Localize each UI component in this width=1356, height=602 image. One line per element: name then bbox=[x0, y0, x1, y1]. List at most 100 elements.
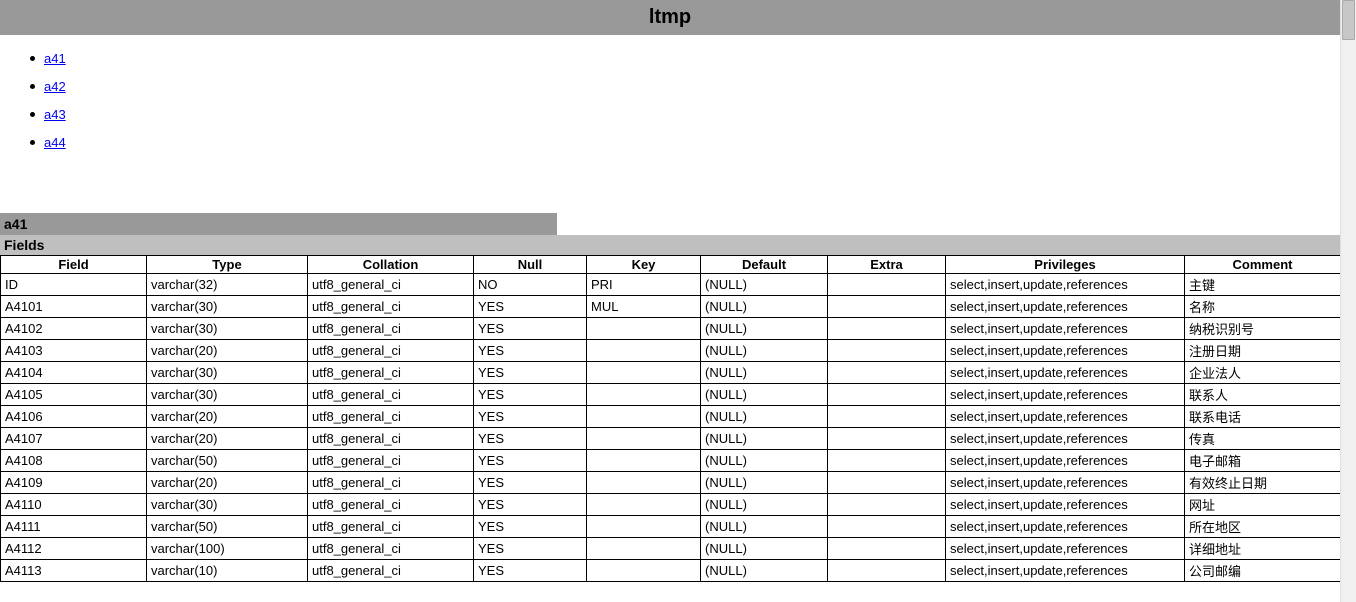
cell-key bbox=[587, 318, 701, 340]
col-header: Collation bbox=[308, 256, 474, 274]
cell-field: A4110 bbox=[1, 494, 147, 516]
nav-link-a41[interactable]: a41 bbox=[44, 51, 66, 66]
cell-type: varchar(30) bbox=[147, 384, 308, 406]
cell-default: (NULL) bbox=[701, 560, 828, 582]
cell-null: NO bbox=[474, 274, 587, 296]
cell-priv: select,insert,update,references bbox=[946, 428, 1185, 450]
cell-null: YES bbox=[474, 516, 587, 538]
cell-collation: utf8_general_ci bbox=[308, 406, 474, 428]
table-row: A4101varchar(30)utf8_general_ciYESMUL(NU… bbox=[1, 296, 1341, 318]
table-row: A4113varchar(10)utf8_general_ciYES(NULL)… bbox=[1, 560, 1341, 582]
cell-priv: select,insert,update,references bbox=[946, 274, 1185, 296]
cell-null: YES bbox=[474, 538, 587, 560]
col-header: Comment bbox=[1185, 256, 1341, 274]
cell-type: varchar(20) bbox=[147, 340, 308, 362]
table-row: A4103varchar(20)utf8_general_ciYES(NULL)… bbox=[1, 340, 1341, 362]
cell-key bbox=[587, 450, 701, 472]
cell-field: A4113 bbox=[1, 560, 147, 582]
cell-type: varchar(30) bbox=[147, 362, 308, 384]
nav-link-a42[interactable]: a42 bbox=[44, 79, 66, 94]
cell-key: PRI bbox=[587, 274, 701, 296]
cell-null: YES bbox=[474, 472, 587, 494]
cell-extra bbox=[828, 274, 946, 296]
cell-priv: select,insert,update,references bbox=[946, 494, 1185, 516]
cell-priv: select,insert,update,references bbox=[946, 406, 1185, 428]
cell-default: (NULL) bbox=[701, 274, 828, 296]
cell-extra bbox=[828, 494, 946, 516]
fields-label: Fields bbox=[0, 235, 1340, 255]
cell-type: varchar(50) bbox=[147, 450, 308, 472]
cell-collation: utf8_general_ci bbox=[308, 362, 474, 384]
cell-key bbox=[587, 428, 701, 450]
cell-comment: 联系人 bbox=[1185, 384, 1341, 406]
cell-default: (NULL) bbox=[701, 472, 828, 494]
cell-priv: select,insert,update,references bbox=[946, 384, 1185, 406]
cell-priv: select,insert,update,references bbox=[946, 362, 1185, 384]
cell-extra bbox=[828, 340, 946, 362]
cell-type: varchar(32) bbox=[147, 274, 308, 296]
cell-priv: select,insert,update,references bbox=[946, 516, 1185, 538]
table-row: A4112varchar(100)utf8_general_ciYES(NULL… bbox=[1, 538, 1341, 560]
cell-collation: utf8_general_ci bbox=[308, 472, 474, 494]
cell-default: (NULL) bbox=[701, 494, 828, 516]
cell-type: varchar(20) bbox=[147, 472, 308, 494]
cell-extra bbox=[828, 406, 946, 428]
cell-type: varchar(30) bbox=[147, 494, 308, 516]
table-row: A4104varchar(30)utf8_general_ciYES(NULL)… bbox=[1, 362, 1341, 384]
cell-null: YES bbox=[474, 340, 587, 362]
cell-field: ID bbox=[1, 274, 147, 296]
cell-key: MUL bbox=[587, 296, 701, 318]
cell-key bbox=[587, 406, 701, 428]
cell-comment: 主键 bbox=[1185, 274, 1341, 296]
cell-key bbox=[587, 472, 701, 494]
cell-extra bbox=[828, 450, 946, 472]
cell-key bbox=[587, 560, 701, 582]
cell-priv: select,insert,update,references bbox=[946, 296, 1185, 318]
cell-field: A4101 bbox=[1, 296, 147, 318]
scroll-thumb[interactable] bbox=[1342, 0, 1355, 40]
cell-field: A4105 bbox=[1, 384, 147, 406]
cell-comment: 电子邮箱 bbox=[1185, 450, 1341, 472]
cell-null: YES bbox=[474, 296, 587, 318]
cell-extra bbox=[828, 560, 946, 582]
cell-null: YES bbox=[474, 428, 587, 450]
cell-comment: 名称 bbox=[1185, 296, 1341, 318]
cell-null: YES bbox=[474, 560, 587, 582]
cell-key bbox=[587, 340, 701, 362]
cell-collation: utf8_general_ci bbox=[308, 560, 474, 582]
cell-collation: utf8_general_ci bbox=[308, 340, 474, 362]
cell-collation: utf8_general_ci bbox=[308, 450, 474, 472]
cell-collation: utf8_general_ci bbox=[308, 538, 474, 560]
cell-type: varchar(100) bbox=[147, 538, 308, 560]
cell-collation: utf8_general_ci bbox=[308, 274, 474, 296]
vertical-scrollbar[interactable] bbox=[1340, 0, 1356, 602]
nav-link-a44[interactable]: a44 bbox=[44, 135, 66, 150]
col-header: Default bbox=[701, 256, 828, 274]
cell-priv: select,insert,update,references bbox=[946, 472, 1185, 494]
nav-item: a41 bbox=[22, 49, 1340, 69]
table-row: A4107varchar(20)utf8_general_ciYES(NULL)… bbox=[1, 428, 1341, 450]
cell-extra bbox=[828, 428, 946, 450]
cell-priv: select,insert,update,references bbox=[946, 318, 1185, 340]
cell-comment: 联系电话 bbox=[1185, 406, 1341, 428]
col-header: Field bbox=[1, 256, 147, 274]
cell-collation: utf8_general_ci bbox=[308, 318, 474, 340]
table-row: A4105varchar(30)utf8_general_ciYES(NULL)… bbox=[1, 384, 1341, 406]
cell-field: A4109 bbox=[1, 472, 147, 494]
cell-extra bbox=[828, 516, 946, 538]
nav-item: a42 bbox=[22, 77, 1340, 97]
col-header: Null bbox=[474, 256, 587, 274]
cell-default: (NULL) bbox=[701, 538, 828, 560]
cell-null: YES bbox=[474, 318, 587, 340]
cell-field: A4108 bbox=[1, 450, 147, 472]
cell-priv: select,insert,update,references bbox=[946, 538, 1185, 560]
cell-default: (NULL) bbox=[701, 340, 828, 362]
cell-null: YES bbox=[474, 384, 587, 406]
nav-item: a44 bbox=[22, 133, 1340, 153]
cell-comment: 网址 bbox=[1185, 494, 1341, 516]
table-row: A4108varchar(50)utf8_general_ciYES(NULL)… bbox=[1, 450, 1341, 472]
cell-extra bbox=[828, 384, 946, 406]
table-row: A4106varchar(20)utf8_general_ciYES(NULL)… bbox=[1, 406, 1341, 428]
nav-link-a43[interactable]: a43 bbox=[44, 107, 66, 122]
table-name-header: a41 bbox=[0, 213, 557, 235]
